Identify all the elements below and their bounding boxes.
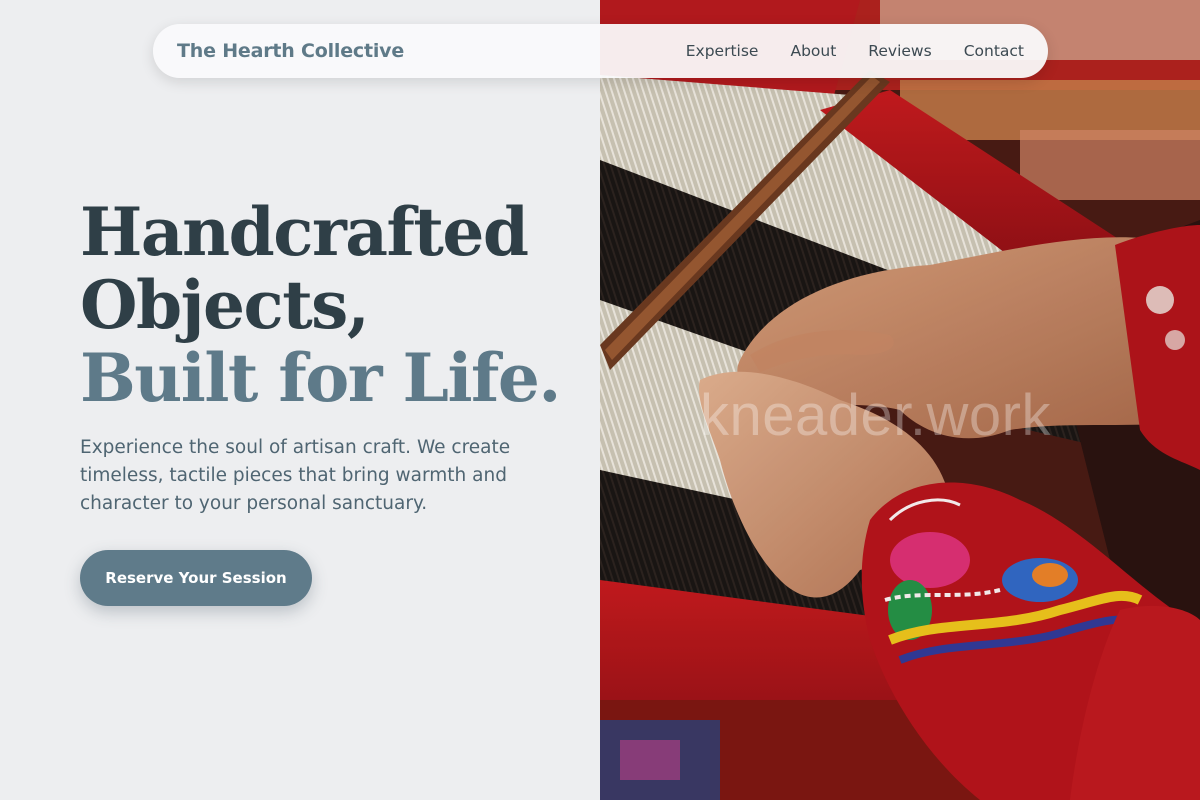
reserve-session-button[interactable]: Reserve Your Session: [80, 550, 312, 606]
hero-headline: Handcrafted Objects, Built for Life.: [80, 196, 590, 415]
nav-link-contact[interactable]: Contact: [964, 42, 1024, 60]
headline-accent: Built for Life.: [80, 339, 561, 417]
nav-link-reviews[interactable]: Reviews: [868, 42, 931, 60]
nav-links: Expertise About Reviews Contact: [686, 42, 1024, 60]
headline-line-1: Handcrafted: [80, 193, 529, 271]
nav-link-expertise[interactable]: Expertise: [686, 42, 759, 60]
brand-logo[interactable]: The Hearth Collective: [177, 40, 404, 62]
hero-description: Experience the soul of artisan craft. We…: [80, 437, 511, 514]
headline-line-2: Objects,: [80, 266, 370, 344]
watermark-text: kneader.work: [700, 383, 1051, 448]
top-navigation: The Hearth Collective Expertise About Re…: [153, 24, 1048, 78]
nav-link-about[interactable]: About: [790, 42, 836, 60]
